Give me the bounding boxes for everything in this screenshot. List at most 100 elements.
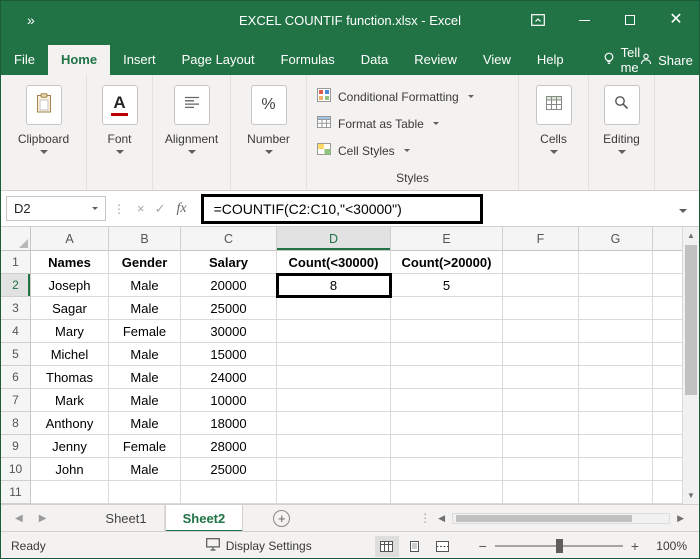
cell-E10[interactable] — [391, 458, 503, 481]
row-header-8[interactable]: 8 — [1, 412, 31, 435]
cell-F11[interactable] — [503, 481, 579, 504]
cell-F7[interactable] — [503, 389, 579, 412]
zoom-out-button[interactable]: − — [471, 538, 495, 554]
zoom-in-button[interactable]: + — [623, 538, 647, 554]
cell-C7[interactable]: 10000 — [181, 389, 277, 412]
minimize-button[interactable] — [561, 1, 607, 39]
alignment-group-label[interactable]: Alignment — [165, 132, 218, 146]
cell-C8[interactable]: 18000 — [181, 412, 277, 435]
name-box[interactable]: D2 — [6, 196, 106, 221]
editing-button[interactable] — [604, 85, 640, 125]
cell-A1[interactable]: Names — [31, 251, 109, 274]
cells-group-label[interactable]: Cells — [540, 132, 567, 146]
select-all-corner[interactable] — [1, 227, 31, 251]
cell-styles-button[interactable]: Cell Styles — [317, 137, 410, 164]
row-header-2[interactable]: 2 — [1, 274, 31, 297]
cell-D4[interactable] — [277, 320, 391, 343]
cell-D10[interactable] — [277, 458, 391, 481]
cell-D8[interactable] — [277, 412, 391, 435]
cell-E6[interactable] — [391, 366, 503, 389]
tab-file[interactable]: File — [1, 45, 48, 75]
font-button[interactable]: A — [102, 85, 138, 125]
row-header-7[interactable]: 7 — [1, 389, 31, 412]
font-group-label[interactable]: Font — [107, 132, 131, 146]
vertical-scrollbar[interactable]: ▲ ▼ — [682, 227, 699, 504]
formula-input[interactable]: =COUNTIF(C2:C10,"<30000") — [201, 194, 483, 224]
editing-group-label[interactable]: Editing — [603, 132, 640, 146]
tab-data[interactable]: Data — [348, 45, 401, 75]
tab-formulas[interactable]: Formulas — [268, 45, 348, 75]
cell-G2[interactable] — [579, 274, 653, 297]
number-button[interactable]: % — [251, 85, 287, 125]
cell-G11[interactable] — [579, 481, 653, 504]
cell-A9[interactable]: Jenny — [31, 435, 109, 458]
alignment-dropdown-icon[interactable] — [188, 150, 196, 154]
cell-B1[interactable]: Gender — [109, 251, 181, 274]
cell-C5[interactable]: 15000 — [181, 343, 277, 366]
row-header-6[interactable]: 6 — [1, 366, 31, 389]
col-header-C[interactable]: C — [181, 227, 277, 251]
cell-C9[interactable]: 28000 — [181, 435, 277, 458]
col-header-F[interactable]: F — [503, 227, 579, 251]
cell-A7[interactable]: Mark — [31, 389, 109, 412]
cell-F3[interactable] — [503, 297, 579, 320]
cell-F5[interactable] — [503, 343, 579, 366]
cell-B10[interactable]: Male — [109, 458, 181, 481]
display-settings-button[interactable]: Display Settings — [206, 538, 312, 554]
formula-bar-expand-icon[interactable] — [679, 209, 687, 213]
col-header-A[interactable]: A — [31, 227, 109, 251]
cell-G6[interactable] — [579, 366, 653, 389]
tab-home[interactable]: Home — [48, 45, 110, 75]
vertical-scrollbar-thumb[interactable] — [685, 245, 697, 395]
hscroll-right-icon[interactable]: ▶ — [677, 513, 684, 524]
ribbon-display-options-icon[interactable] — [515, 1, 561, 39]
cell-E9[interactable] — [391, 435, 503, 458]
cell-A3[interactable]: Sagar — [31, 297, 109, 320]
cell-G8[interactable] — [579, 412, 653, 435]
cell-G9[interactable] — [579, 435, 653, 458]
cell-B3[interactable]: Male — [109, 297, 181, 320]
cell-G7[interactable] — [579, 389, 653, 412]
cells-dropdown-icon[interactable] — [550, 150, 558, 154]
cell-A10[interactable]: John — [31, 458, 109, 481]
cell-E1[interactable]: Count(>20000) — [391, 251, 503, 274]
cell-E4[interactable] — [391, 320, 503, 343]
cell-F4[interactable] — [503, 320, 579, 343]
cell-G10[interactable] — [579, 458, 653, 481]
zoom-slider-thumb[interactable] — [556, 539, 563, 553]
cell-B2[interactable]: Male — [109, 274, 181, 297]
sheet-tab-sheet1[interactable]: Sheet1 — [88, 505, 164, 532]
cell-B6[interactable]: Male — [109, 366, 181, 389]
clipboard-group-label[interactable]: Clipboard — [18, 132, 69, 146]
cell-D2[interactable]: 8 — [277, 274, 391, 297]
cell-D1[interactable]: Count(<30000) — [277, 251, 391, 274]
tab-help[interactable]: Help — [524, 45, 577, 75]
cell-A4[interactable]: Mary — [31, 320, 109, 343]
font-dropdown-icon[interactable] — [116, 150, 124, 154]
cell-G3[interactable] — [579, 297, 653, 320]
cell-F2[interactable] — [503, 274, 579, 297]
cell-F1[interactable] — [503, 251, 579, 274]
col-header-B[interactable]: B — [109, 227, 181, 251]
hscroll-left-icon[interactable]: ◀ — [438, 513, 445, 524]
row-header-11[interactable]: 11 — [1, 481, 31, 504]
cells-button[interactable] — [536, 85, 572, 125]
cell-D9[interactable] — [277, 435, 391, 458]
cell-E8[interactable] — [391, 412, 503, 435]
row-header-1[interactable]: 1 — [1, 251, 31, 274]
cancel-icon[interactable]: × — [137, 201, 145, 216]
page-layout-view-icon[interactable] — [403, 536, 427, 557]
cell-D6[interactable] — [277, 366, 391, 389]
cell-B9[interactable]: Female — [109, 435, 181, 458]
enter-icon[interactable]: ✓ — [155, 201, 166, 217]
cell-A11[interactable] — [31, 481, 109, 504]
share-button[interactable]: Share — [640, 45, 693, 75]
cell-B4[interactable]: Female — [109, 320, 181, 343]
new-sheet-button[interactable]: + — [273, 510, 290, 527]
sheet-nav-left-icon[interactable]: ◀ — [15, 513, 23, 524]
cell-C4[interactable]: 30000 — [181, 320, 277, 343]
col-header-G[interactable]: G — [579, 227, 653, 251]
row-header-9[interactable]: 9 — [1, 435, 31, 458]
cell-F8[interactable] — [503, 412, 579, 435]
horizontal-scrollbar[interactable] — [452, 513, 670, 524]
